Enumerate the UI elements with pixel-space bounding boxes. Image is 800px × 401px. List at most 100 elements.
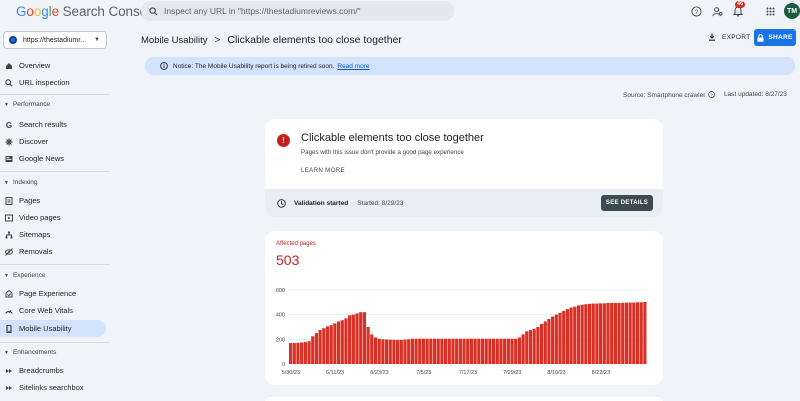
bar[interactable] bbox=[576, 305, 581, 364]
bar[interactable] bbox=[333, 323, 337, 364]
bar[interactable] bbox=[584, 304, 588, 364]
bar[interactable] bbox=[491, 338, 496, 364]
bar[interactable] bbox=[300, 342, 304, 364]
bar[interactable] bbox=[480, 338, 485, 364]
bar[interactable] bbox=[643, 301, 647, 364]
bar[interactable] bbox=[440, 338, 444, 364]
bar[interactable] bbox=[314, 333, 319, 364]
bar[interactable] bbox=[436, 338, 440, 364]
bar[interactable] bbox=[606, 302, 610, 364]
bar[interactable] bbox=[488, 338, 492, 364]
avatar[interactable]: TM bbox=[784, 3, 800, 19]
bar[interactable] bbox=[289, 343, 293, 364]
bar[interactable] bbox=[370, 334, 374, 364]
bar[interactable] bbox=[351, 314, 355, 364]
help-icon[interactable]: ? bbox=[708, 91, 716, 98]
export-button[interactable]: EXPORT bbox=[708, 33, 750, 41]
bar[interactable] bbox=[528, 330, 533, 364]
bar[interactable] bbox=[451, 338, 455, 364]
share-button[interactable]: SHARE bbox=[754, 29, 796, 46]
bar[interactable] bbox=[407, 339, 411, 364]
sidebar-item-google-news[interactable]: Google News bbox=[0, 150, 106, 167]
bar[interactable] bbox=[348, 315, 352, 364]
bar[interactable] bbox=[359, 312, 363, 364]
bar[interactable] bbox=[536, 327, 540, 364]
bar[interactable] bbox=[362, 312, 367, 364]
breadcrumb-parent-link[interactable]: Mobile Usability bbox=[141, 35, 208, 46]
bar[interactable] bbox=[503, 338, 507, 364]
bar[interactable] bbox=[610, 302, 614, 364]
sidebar-item-search-results[interactable]: G Search results bbox=[0, 116, 106, 133]
bar[interactable] bbox=[580, 304, 584, 364]
bar[interactable] bbox=[539, 323, 544, 364]
sidebar-item-breadcrumbs[interactable]: Breadcrumbs bbox=[0, 362, 106, 379]
sidebar-item-removals[interactable]: Removals bbox=[0, 243, 106, 260]
sidebar-item-mobile-usability[interactable]: Mobile Usability bbox=[0, 320, 106, 337]
bar[interactable] bbox=[399, 339, 403, 364]
bar[interactable] bbox=[414, 338, 418, 364]
bar[interactable] bbox=[543, 321, 547, 364]
read-more-link[interactable]: Read more bbox=[337, 63, 369, 70]
bar[interactable] bbox=[495, 338, 499, 364]
bar[interactable] bbox=[469, 338, 474, 364]
bar[interactable] bbox=[565, 309, 569, 364]
bar[interactable] bbox=[444, 338, 448, 364]
bar[interactable] bbox=[329, 325, 333, 364]
help-icon[interactable]: ? bbox=[690, 5, 702, 17]
bar[interactable] bbox=[403, 339, 407, 364]
bar[interactable] bbox=[632, 302, 636, 364]
bar[interactable] bbox=[318, 330, 322, 364]
bar[interactable] bbox=[554, 314, 558, 364]
bar[interactable] bbox=[506, 338, 510, 364]
bar[interactable] bbox=[532, 328, 536, 364]
bar[interactable] bbox=[466, 338, 470, 364]
bar[interactable] bbox=[521, 334, 525, 364]
sidebar-item-sitemaps[interactable]: Sitemaps bbox=[0, 226, 106, 243]
bar[interactable] bbox=[562, 310, 566, 364]
search-input[interactable] bbox=[164, 6, 444, 16]
bar[interactable] bbox=[410, 338, 414, 364]
bar[interactable] bbox=[624, 302, 629, 364]
sidebar-item-pages[interactable]: Pages bbox=[0, 192, 106, 209]
bar[interactable] bbox=[547, 318, 551, 364]
bar[interactable] bbox=[477, 338, 481, 364]
bar[interactable] bbox=[591, 303, 595, 364]
sidebar-item-video-pages[interactable]: Video pages bbox=[0, 209, 106, 226]
bar[interactable] bbox=[296, 342, 300, 364]
sidebar-item-url-inspection[interactable]: URL inspection bbox=[0, 74, 106, 91]
bar[interactable] bbox=[551, 316, 555, 364]
bar[interactable] bbox=[517, 337, 522, 364]
section-performance[interactable]: ▼ Performance bbox=[0, 101, 50, 108]
bar[interactable] bbox=[628, 302, 632, 364]
bar[interactable] bbox=[525, 331, 529, 364]
learn-more-link[interactable]: LEARN MORE bbox=[301, 167, 345, 174]
bar[interactable] bbox=[392, 339, 396, 364]
section-indexing[interactable]: ▼ Indexing bbox=[0, 179, 38, 186]
bar[interactable] bbox=[639, 302, 643, 364]
section-enhancements[interactable]: ▼ Enhancements bbox=[0, 349, 56, 356]
bar[interactable] bbox=[602, 303, 606, 364]
section-experience[interactable]: ▼ Experience bbox=[0, 272, 45, 279]
bar[interactable] bbox=[455, 338, 459, 364]
url-inspection-search[interactable] bbox=[141, 1, 454, 21]
bar[interactable] bbox=[484, 338, 488, 364]
bar[interactable] bbox=[418, 338, 422, 364]
bar[interactable] bbox=[447, 338, 451, 364]
bar[interactable] bbox=[384, 339, 389, 364]
bar[interactable] bbox=[558, 312, 562, 364]
bar[interactable] bbox=[510, 338, 514, 364]
bar[interactable] bbox=[514, 338, 518, 364]
bar[interactable] bbox=[373, 337, 378, 364]
bar[interactable] bbox=[355, 313, 359, 364]
bar[interactable] bbox=[429, 338, 433, 364]
bar[interactable] bbox=[499, 338, 503, 364]
bar[interactable] bbox=[617, 302, 621, 364]
bar[interactable] bbox=[396, 339, 400, 364]
bar[interactable] bbox=[377, 338, 381, 364]
property-selector[interactable]: https://thestadiumr... ▼ bbox=[3, 31, 107, 49]
sidebar-item-overview[interactable]: Overview bbox=[0, 57, 106, 74]
bar[interactable] bbox=[458, 338, 462, 364]
apps-grid-icon[interactable] bbox=[764, 5, 776, 17]
bar[interactable] bbox=[381, 339, 385, 364]
bar[interactable] bbox=[432, 338, 437, 364]
